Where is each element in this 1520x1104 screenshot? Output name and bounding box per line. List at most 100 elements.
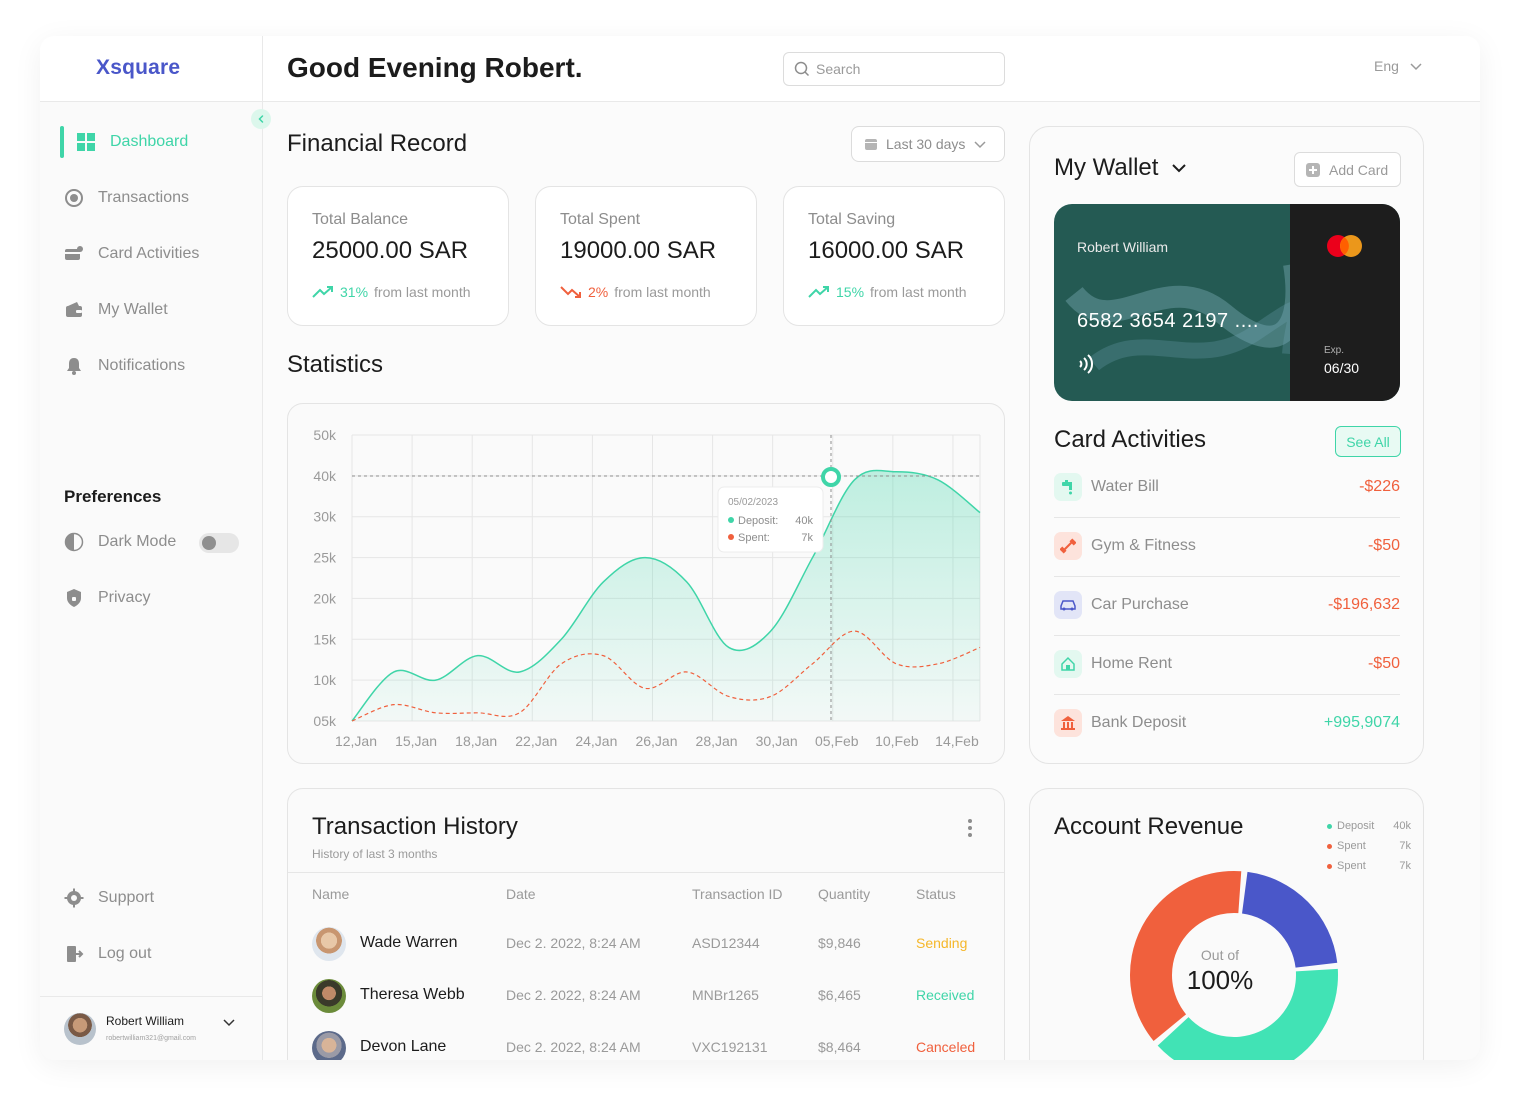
stat-change-percent: 15% [836,284,865,300]
card-holder-name: Robert William [1077,239,1169,255]
x-tick-label: 18,Jan [455,733,497,749]
activity-amount: -$226 [1359,478,1400,495]
x-tick-label: 05,Feb [815,733,859,749]
activity-row-car-purchase[interactable]: Car Purchase -$196,632 [1054,577,1400,636]
language-select[interactable]: Eng [1374,58,1423,74]
see-all-button[interactable]: See All [1335,426,1401,457]
preferences-heading: Preferences [64,487,162,506]
dumbbell-icon [1054,532,1082,560]
stat-change: 2% from last month [560,284,711,300]
y-tick-label: 50k [313,427,337,443]
y-tick-label: 40k [313,468,337,484]
sidebar-item-label: Log out [98,945,152,962]
sidebar: Xsquare Dashboard Transactions Card Acti… [40,36,271,1060]
financial-record-heading: Financial Record [287,130,468,157]
y-tick-label: 15k [313,631,337,647]
chart-tooltip: 05/02/2023 Deposit: 40k Spent: 7k [717,486,824,553]
sidebar-item-my-wallet[interactable]: My Wallet [64,294,168,326]
transaction-history-panel: Transaction History History of last 3 mo… [287,788,1005,1060]
stat-change-suffix: from last month [614,284,711,300]
activity-row-gym-fitness[interactable]: Gym & Fitness -$50 [1054,518,1400,577]
avatar [64,1013,96,1045]
sidebar-item-support[interactable]: Support [64,882,154,914]
chart-svg: 50k 40k 30k 25k 20k 15k 10k 05k 12,Jan 15,Jan 18,… [313,427,981,749]
sidebar-item-card-activities[interactable]: Card Activities [64,238,199,270]
dark-mode-toggle[interactable] [199,533,239,553]
y-tick-label: 30k [313,509,337,525]
tooltip-date: 05/02/2023 [728,497,778,508]
x-tick-label: 10,Feb [875,733,919,749]
contactless-icon [1079,354,1094,374]
activity-amount: -$50 [1367,537,1400,554]
date-range-value: Last 30 days [886,136,966,152]
shield-icon [64,588,84,608]
activity-row-bank-deposit[interactable]: Bank Deposit +995,9074 [1054,695,1400,754]
bank-card[interactable]: Robert William 6582 3654 2197 .... Exp. … [1054,204,1400,401]
trend-up-icon [808,286,829,298]
sidebar-item-dashboard[interactable]: Dashboard [76,126,188,158]
activity-name: Home Rent [1091,655,1172,672]
date-range-select[interactable]: Last 30 days [851,126,1005,162]
language-value: Eng [1374,58,1399,74]
search-input[interactable]: Search [783,52,1005,86]
y-tick-label: 20k [313,590,337,606]
status-badge: Canceled [916,1039,976,1055]
activity-row-water-bill[interactable]: Water Bill -$226 [1054,459,1400,518]
transaction-date: Dec 2. 2022, 8:24 AM [506,1039,641,1055]
chevron-down-icon[interactable] [222,1015,236,1029]
more-vertical-icon[interactable] [962,817,978,839]
column-header-quantity[interactable]: Quantity [818,886,870,902]
sidebar-item-logout[interactable]: Log out [64,938,151,970]
column-header-status[interactable]: Status [916,886,956,902]
card-exp-label: Exp. [1324,345,1345,356]
activity-row-home-rent[interactable]: Home Rent -$50 [1054,636,1400,695]
wallet-panel: My Wallet Add Card Robert William 6582 3… [1029,126,1424,764]
avatar [312,927,346,961]
table-row[interactable]: Theresa Webb Dec 2. 2022, 8:24 AM MNBr12… [288,969,1004,1021]
highlight-point[interactable] [821,467,841,487]
contrast-icon [64,532,84,552]
transaction-id: ASD12344 [692,935,760,951]
user-profile[interactable]: Robert William robertwilliam321@gmail.co… [40,996,262,1060]
stat-label: Total Saving [808,211,896,228]
table-row[interactable]: Devon Lane Dec 2. 2022, 8:24 AM VXC19213… [288,1021,1004,1060]
statistics-chart: 50k 40k 30k 25k 20k 15k 10k 05k 12,Jan 15,Jan 18,… [287,403,1005,764]
tooltip-deposit-dot [728,517,734,523]
avatar [312,979,346,1013]
add-card-button[interactable]: Add Card [1294,152,1401,187]
status-badge: Sending [916,935,968,951]
column-header-date[interactable]: Date [506,886,536,902]
sidebar-item-transactions[interactable]: Transactions [64,182,189,214]
collapse-sidebar-button[interactable] [251,109,271,129]
stat-change-percent: 31% [340,284,369,300]
y-tick-label: 10k [313,672,337,688]
sidebar-item-privacy[interactable]: Privacy [64,582,150,614]
x-tick-label: 30,Jan [756,733,798,749]
wallet-heading: My Wallet [1054,154,1159,181]
legend-dot [1327,823,1332,829]
statistics-heading: Statistics [287,351,384,378]
transaction-date: Dec 2. 2022, 8:24 AM [506,987,641,1003]
tooltip-deposit-value: 40k [795,515,813,527]
chevron-down-icon [1410,63,1422,71]
legend-label: Deposit [1337,820,1375,832]
brand-logo[interactable]: Xsquare [96,56,180,80]
tooltip-spent-label: Spent: [738,532,770,544]
dark-mode-row: Dark Mode [64,526,176,558]
chevron-left-icon [258,115,264,123]
column-header-name[interactable]: Name [312,886,349,902]
activity-amount: -$50 [1367,655,1400,672]
dark-mode-label: Dark Mode [98,533,177,550]
x-tick-label: 26,Jan [635,733,677,749]
sidebar-item-label: Support [98,889,155,906]
transaction-quantity: $6,465 [818,987,861,1003]
home-icon [1054,650,1082,678]
column-header-transaction-id[interactable]: Transaction ID [692,886,783,902]
wallet-icon [64,300,84,320]
sidebar-item-notifications[interactable]: Notifications [64,350,185,382]
stat-change: 31% from last month [312,284,471,300]
table-row[interactable]: Wade Warren Dec 2. 2022, 8:24 AM ASD1234… [288,917,1004,969]
activity-name: Bank Deposit [1091,714,1187,731]
x-tick-label: 14,Feb [935,733,979,749]
wallet-selector[interactable]: My Wallet [1054,154,1188,182]
